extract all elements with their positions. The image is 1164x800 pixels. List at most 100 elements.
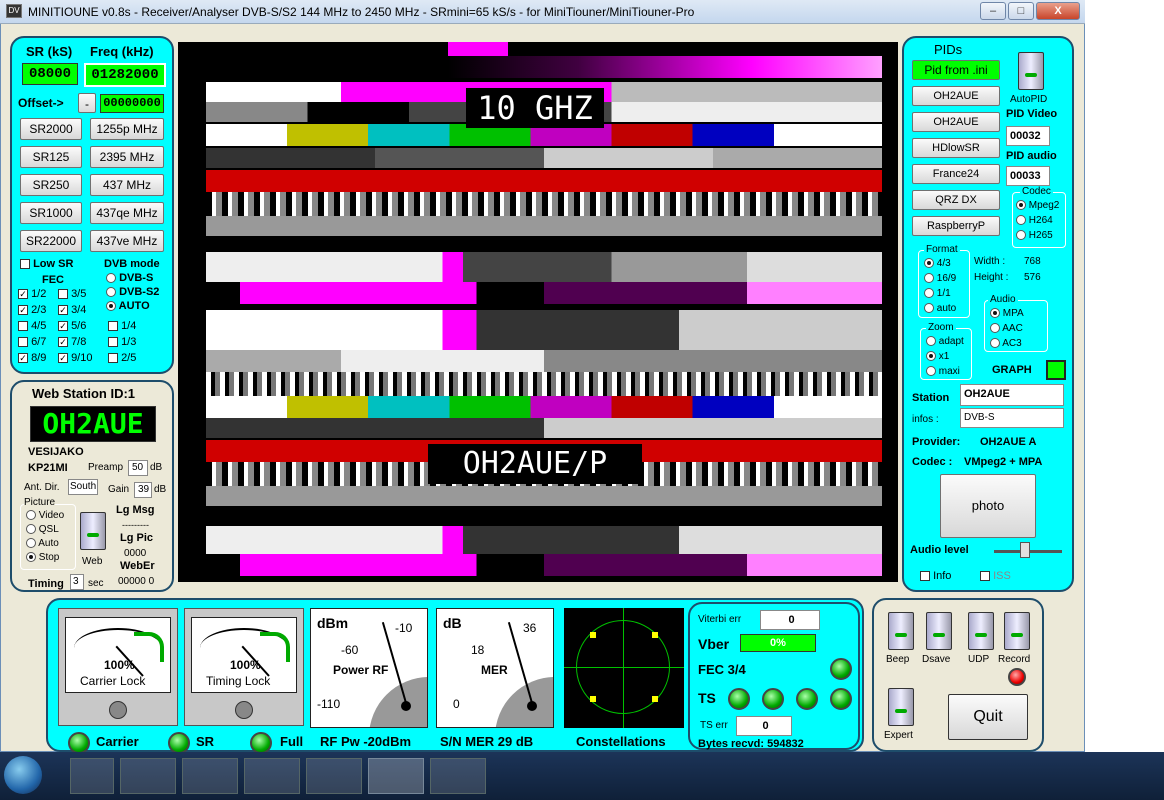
dbm-tick-low: -110: [317, 697, 341, 711]
codec-option-label: H265: [1028, 230, 1053, 241]
picture-radio[interactable]: [26, 552, 36, 563]
fec-checkbox[interactable]: [108, 353, 118, 364]
sr-preset-button[interactable]: SR250: [20, 174, 82, 196]
dsave-switch[interactable]: [926, 612, 952, 650]
freq-label: Freq (kHz): [90, 44, 154, 59]
dvb-mode-label: DVB mode: [104, 258, 160, 270]
firefox-icon[interactable]: [244, 758, 300, 794]
fec-option-label: 4/5: [31, 320, 47, 332]
codec-radio[interactable]: [1016, 215, 1026, 226]
quit-button[interactable]: Quit: [948, 694, 1028, 740]
station-preset-button[interactable]: OH2AUE: [912, 112, 1000, 132]
info-checkbox[interactable]: [920, 571, 930, 582]
fec-checkbox[interactable]: ✓: [58, 337, 68, 348]
fec-option-label: 1/2: [31, 288, 47, 300]
station-input[interactable]: OH2AUE: [960, 384, 1064, 406]
audio-radio[interactable]: [990, 338, 1000, 349]
db-tick-low: 0: [453, 697, 460, 711]
fec-checkbox[interactable]: ✓: [18, 289, 28, 300]
pid-video-input[interactable]: 00032: [1006, 126, 1050, 146]
preamp-input[interactable]: 50: [128, 460, 148, 476]
infos-input[interactable]: DVB-S: [960, 408, 1064, 428]
format-radio[interactable]: [924, 288, 934, 299]
picture-radio[interactable]: [26, 538, 36, 549]
offset-display[interactable]: 00000000: [100, 94, 164, 113]
format-radio[interactable]: [924, 273, 934, 284]
sr-preset-button[interactable]: SR1000: [20, 202, 82, 224]
dvb-mode-radio[interactable]: [106, 287, 116, 298]
codec-radio[interactable]: [1016, 200, 1026, 211]
pid-audio-input[interactable]: 00033: [1006, 166, 1050, 186]
low-sr-checkbox[interactable]: [20, 259, 30, 270]
iss-checkbox[interactable]: [980, 571, 990, 582]
rf-power-readout: RF Pw -20dBm: [320, 734, 412, 749]
maximize-button[interactable]: □: [1008, 2, 1034, 20]
carrier-label: Carrier: [96, 734, 139, 749]
close-button[interactable]: X: [1036, 2, 1080, 20]
offset-sign-button[interactable]: -: [78, 93, 96, 113]
freq-preset-button[interactable]: 437 MHz: [90, 174, 164, 196]
fec-checkbox[interactable]: [18, 321, 28, 332]
ie-icon[interactable]: [70, 758, 114, 794]
sr-preset-button[interactable]: SR2000: [20, 118, 82, 140]
station-preset-button[interactable]: France24: [912, 164, 1000, 184]
start-icon[interactable]: [4, 756, 42, 794]
autopid-switch[interactable]: [1018, 52, 1044, 90]
audio-radio[interactable]: [990, 323, 1000, 334]
fec-checkbox[interactable]: [58, 289, 68, 300]
minitioune-taskbar-icon[interactable]: [368, 758, 424, 794]
codec-radio[interactable]: [1016, 230, 1026, 241]
fec-checkbox[interactable]: ✓: [58, 321, 68, 332]
format-radio[interactable]: [924, 258, 934, 269]
freq-preset-button[interactable]: 437qe MHz: [90, 202, 164, 224]
graph-toggle[interactable]: [1046, 360, 1066, 380]
audio-level-slider[interactable]: [1020, 542, 1031, 558]
record-switch[interactable]: [1004, 612, 1030, 650]
freq-preset-button[interactable]: 1255p MHz: [90, 118, 164, 140]
minimize-button[interactable]: –: [980, 2, 1006, 20]
paint-icon[interactable]: [430, 758, 486, 794]
dvb-mode-radio[interactable]: [106, 301, 116, 312]
timing-label: Timing: [28, 578, 64, 590]
fec-checkbox[interactable]: [108, 337, 118, 348]
picture-radio[interactable]: [26, 524, 36, 535]
fec-checkbox[interactable]: ✓: [58, 353, 68, 364]
dvb-mode-radio[interactable]: [106, 273, 116, 284]
sr-preset-button[interactable]: SR125: [20, 146, 82, 168]
udp-switch[interactable]: [968, 612, 994, 650]
explorer-icon[interactable]: [120, 758, 176, 794]
zoom-radio[interactable]: [926, 366, 936, 377]
freq-preset-button[interactable]: 2395 MHz: [90, 146, 164, 168]
media-icon[interactable]: [182, 758, 238, 794]
station-preset-button[interactable]: RaspberryP: [912, 216, 1000, 236]
picture-radio[interactable]: [26, 510, 36, 521]
station-preset-button[interactable]: OH2AUE: [912, 86, 1000, 106]
format-radio[interactable]: [924, 303, 934, 314]
freq-preset-button[interactable]: 437ve MHz: [90, 230, 164, 252]
zoom-radio[interactable]: [926, 336, 936, 347]
beep-label: Beep: [886, 654, 910, 665]
station-preset-button[interactable]: QRZ DX: [912, 190, 1000, 210]
timing-input[interactable]: 3: [70, 574, 84, 590]
web-switch[interactable]: [80, 512, 106, 550]
fec-checkbox[interactable]: [108, 321, 118, 332]
control-panel: Beep Dsave UDP Record Expert Quit: [872, 598, 1044, 752]
fec-checkbox[interactable]: [18, 337, 28, 348]
fec-checkbox[interactable]: ✓: [18, 305, 28, 316]
station-preset-button[interactable]: HDlowSR: [912, 138, 1000, 158]
gain-input[interactable]: 39: [134, 482, 152, 498]
audio-radio[interactable]: [990, 308, 1000, 319]
fec-checkbox[interactable]: ✓: [18, 353, 28, 364]
expert-switch[interactable]: [888, 688, 914, 726]
app-taskbar-icon[interactable]: [306, 758, 362, 794]
ant-dir-input[interactable]: South: [68, 479, 98, 495]
sr-preset-button[interactable]: SR22000: [20, 230, 82, 252]
zoom-radio[interactable]: [926, 351, 936, 362]
beep-switch[interactable]: [888, 612, 914, 650]
freq-display[interactable]: 01282000: [84, 63, 166, 87]
sr-display[interactable]: 08000: [22, 63, 78, 85]
codec-label: Codec: [1020, 186, 1053, 197]
fec-checkbox[interactable]: ✓: [58, 305, 68, 316]
pid-from-ini-button[interactable]: Pid from .ini: [912, 60, 1000, 80]
photo-button[interactable]: photo: [940, 474, 1036, 538]
